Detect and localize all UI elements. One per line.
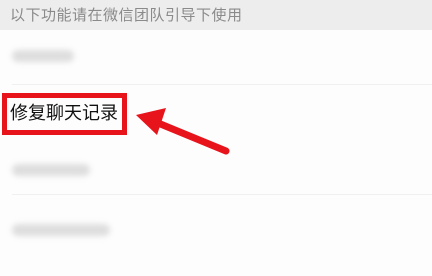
red-arrow-icon <box>136 108 230 155</box>
